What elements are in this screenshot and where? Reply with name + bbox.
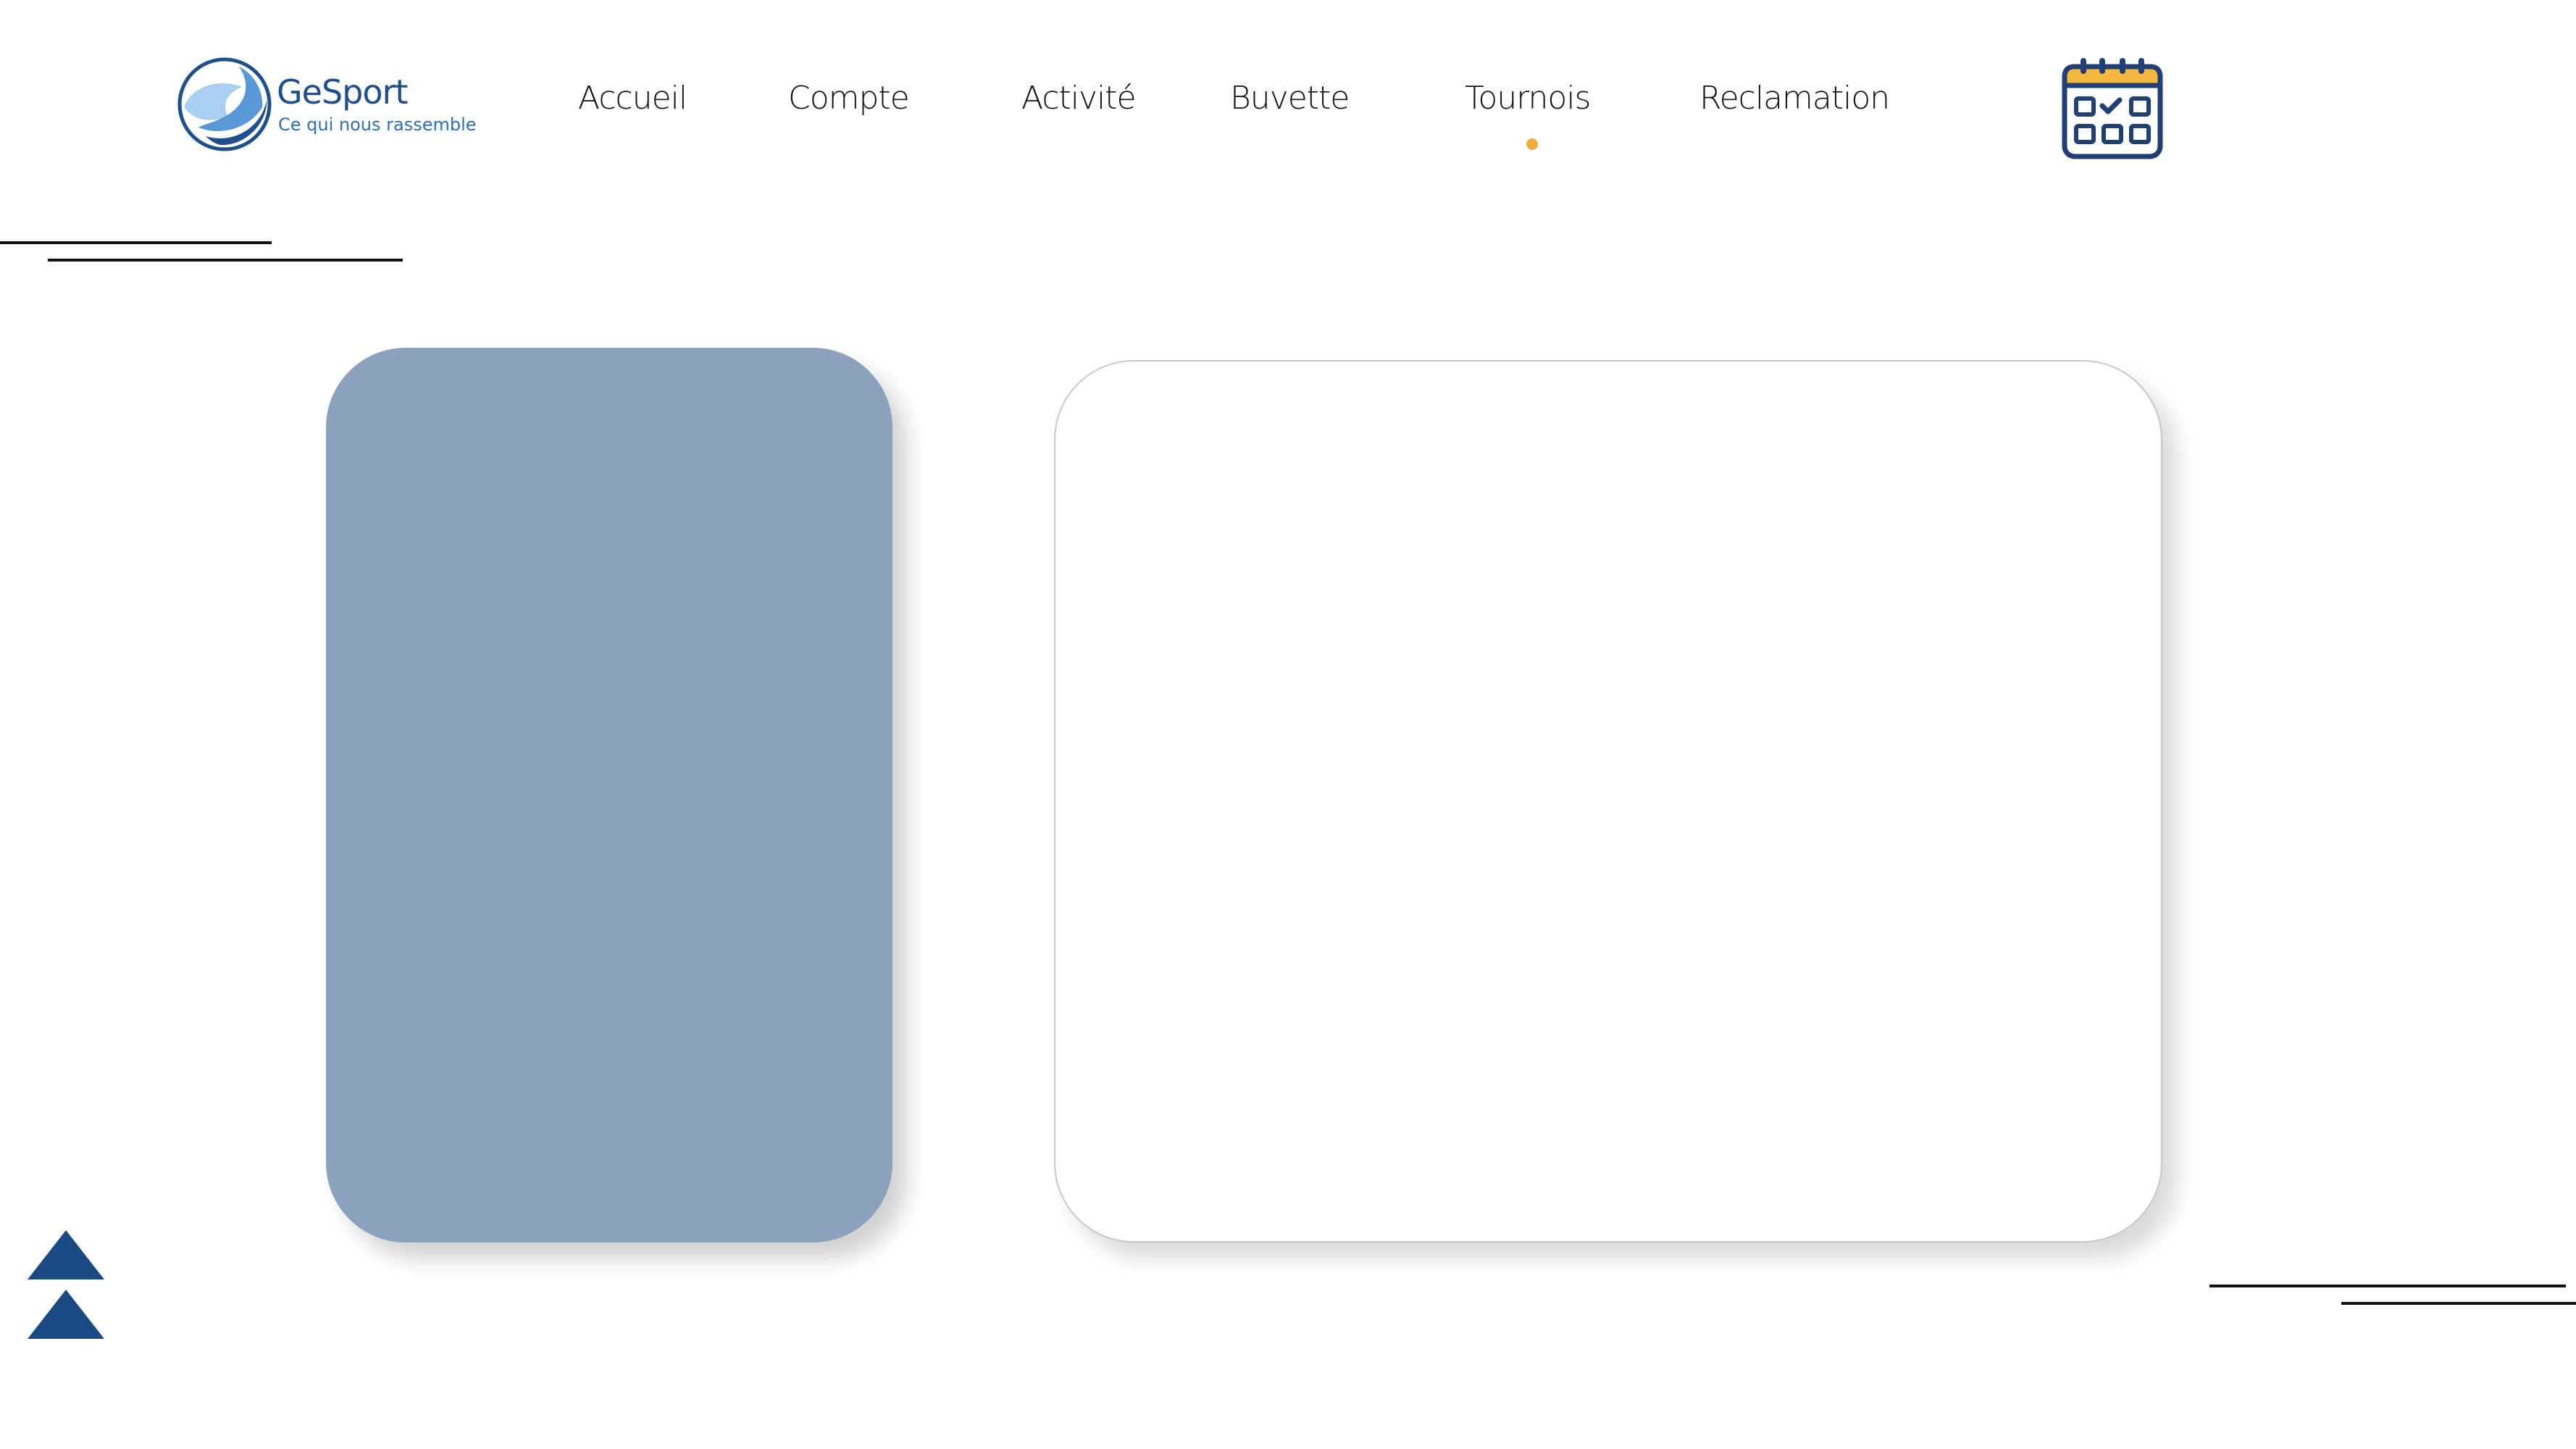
calendar-check-icon[interactable] (2062, 57, 2163, 159)
brand-title: GeSport (277, 72, 408, 112)
decorative-line (2341, 1302, 2576, 1305)
nav-item-activite[interactable]: Activité (1021, 80, 1137, 117)
nav-item-tournois[interactable]: Tournois (1465, 80, 1591, 117)
active-nav-indicator (1526, 138, 1538, 150)
nav-item-buvette[interactable]: Buvette (1230, 80, 1350, 117)
double-triangle-up-icon[interactable] (28, 1230, 104, 1340)
brand-logo[interactable]: GeSport Ce qui nous rassemble (177, 57, 488, 156)
nav-item-compte[interactable]: Compte (788, 80, 910, 117)
brand-tagline: Ce qui nous rassemble (278, 114, 477, 135)
content-card (1054, 360, 2162, 1243)
nav-item-reclamation[interactable]: Reclamation (1699, 80, 1890, 117)
decorative-line (48, 259, 403, 262)
decorative-line (2209, 1285, 2566, 1287)
decorative-line (0, 241, 272, 244)
side-card (326, 348, 892, 1243)
nav-item-accueil[interactable]: Accueil (578, 80, 687, 117)
wave-circle-logo-icon (177, 57, 272, 151)
